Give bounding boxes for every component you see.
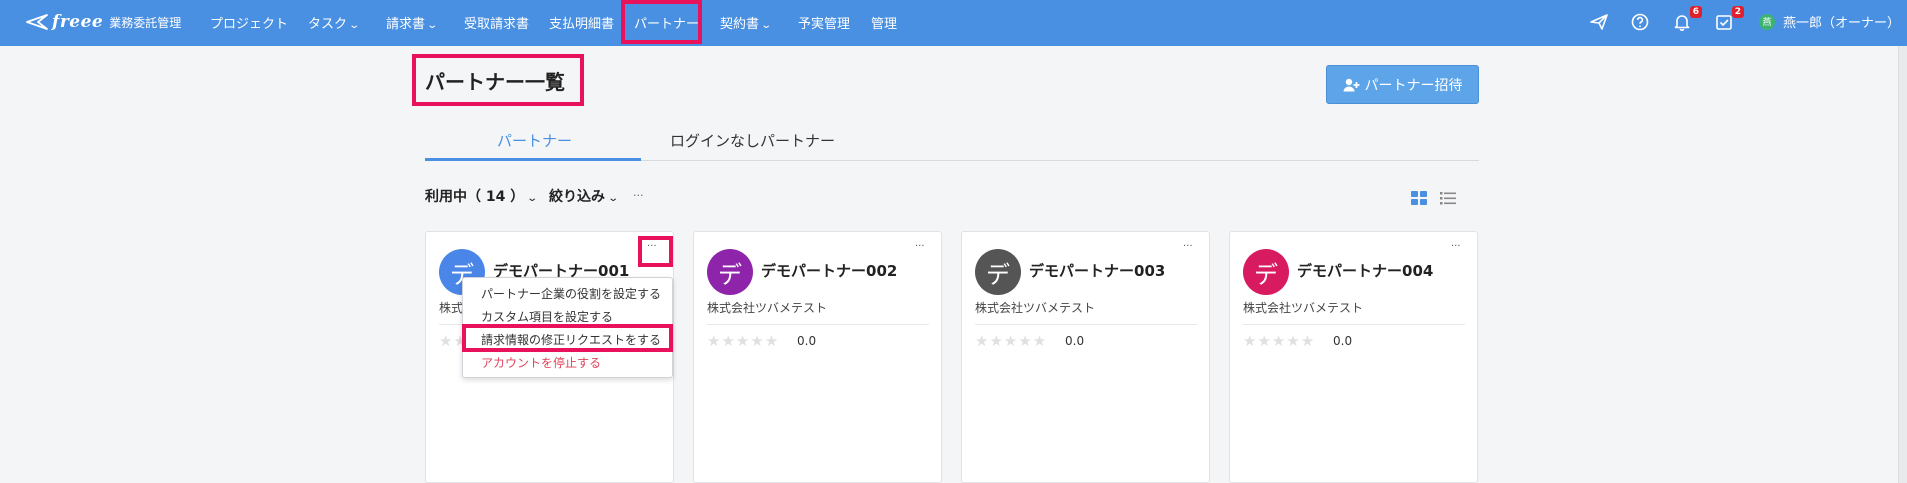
help-icon[interactable] xyxy=(1630,12,1650,32)
divider xyxy=(1243,324,1465,325)
partner-company: 株式会社ツバメテスト xyxy=(707,301,828,315)
chevron-down-icon: ⌄ xyxy=(348,20,361,31)
divider xyxy=(707,324,929,325)
partner-company: 株式会社ツバメテスト xyxy=(975,301,1096,315)
tasks-button[interactable]: 2 xyxy=(1714,6,1744,32)
nav-partners[interactable]: パートナー xyxy=(634,13,699,32)
nav-budget-actual[interactable]: 予実管理 xyxy=(798,13,850,32)
card-actions-menu: パートナー企業の役割を設定する カスタム項目を設定する 請求情報の修正リクエスト… xyxy=(462,277,673,378)
status-filter-dropdown[interactable]: 利用中（ 14 ） ⌄ xyxy=(425,186,539,206)
task-badge: 2 xyxy=(1731,6,1744,18)
card-more-icon[interactable]: ··· xyxy=(1183,241,1193,252)
chevron-down-icon: ⌄ xyxy=(526,193,539,204)
chevron-down-icon: ⌄ xyxy=(607,193,620,204)
card-more-icon[interactable]: ··· xyxy=(1451,241,1461,252)
grid-view-icon[interactable] xyxy=(1411,191,1427,205)
app-logo[interactable]: freee 業務委託管理 xyxy=(26,12,181,32)
narrow-filter-dropdown[interactable]: 絞り込み ⌄ xyxy=(549,186,620,206)
nav-payment-statements[interactable]: 支払明細書 xyxy=(549,13,614,32)
swallow-logo-icon xyxy=(26,14,48,30)
chevron-down-icon: ⌄ xyxy=(760,20,773,31)
avatar: 燕 xyxy=(1759,13,1775,30)
menu-item-set-role[interactable]: パートナー企業の役割を設定する xyxy=(481,285,661,302)
avatar: デ xyxy=(1243,249,1289,295)
card-more-icon[interactable]: ··· xyxy=(647,241,657,252)
rating-value: 0.0 xyxy=(1065,334,1085,348)
menu-item-custom-fields[interactable]: カスタム項目を設定する xyxy=(481,308,613,325)
logo-subtitle: 業務委託管理 xyxy=(109,15,182,30)
status-filter-label: 利用中（ 14 ） xyxy=(425,189,525,205)
divider xyxy=(975,324,1197,325)
rating-stars: ★★★★★ xyxy=(1243,332,1316,350)
menu-item-billing-correction-request[interactable]: 請求情報の修正リクエストをする xyxy=(481,331,661,348)
partner-name[interactable]: デモパートナー004 xyxy=(1297,260,1433,281)
narrow-filter-label: 絞り込み xyxy=(549,189,605,205)
nav-received-invoices[interactable]: 受取請求書 xyxy=(464,13,529,32)
card-more-icon[interactable]: ··· xyxy=(915,241,925,252)
notification-badge: 6 xyxy=(1689,6,1702,18)
scrollbar[interactable] xyxy=(1898,46,1907,483)
tab-partners[interactable]: パートナー xyxy=(497,130,572,151)
top-navbar: freee 業務委託管理 プロジェクト タスク⌄ 請求書⌄ 受取請求書 支払明細… xyxy=(0,0,1907,46)
menu-item-suspend-account[interactable]: アカウントを停止する xyxy=(481,354,601,371)
tab-no-login-partners[interactable]: ログインなしパートナー xyxy=(670,130,835,151)
partner-company: 株式会社ツバメテスト xyxy=(1243,301,1364,315)
invite-partner-label: パートナー招待 xyxy=(1364,77,1463,94)
avatar: デ xyxy=(975,249,1021,295)
rating-stars: ★★★★★ xyxy=(975,332,1048,350)
send-icon[interactable] xyxy=(1589,12,1609,32)
notifications-button[interactable]: 6 xyxy=(1672,6,1702,32)
more-options-icon[interactable]: ··· xyxy=(633,189,644,202)
list-view-icon[interactable] xyxy=(1440,191,1456,205)
avatar: デ xyxy=(707,249,753,295)
nav-tasks[interactable]: タスク⌄ xyxy=(308,13,361,32)
nav-contracts[interactable]: 契約書⌄ xyxy=(720,13,773,32)
partner-company: 株式 xyxy=(439,301,464,315)
rating-stars: ★★★★★ xyxy=(707,332,780,350)
partner-name[interactable]: デモパートナー002 xyxy=(761,260,897,281)
logo-text: freee xyxy=(52,12,104,32)
page-title: パートナー一覧 xyxy=(425,70,565,94)
rating-value: 0.0 xyxy=(1333,334,1353,348)
partner-card[interactable]: デ デモパートナー004 株式会社ツバメテスト ★★★★★ 0.0 ··· xyxy=(1229,231,1478,483)
invite-partner-button[interactable]: パートナー招待 xyxy=(1326,65,1479,104)
user-menu[interactable]: 燕 燕一郎（オーナー） xyxy=(1759,12,1900,31)
user-plus-icon xyxy=(1343,78,1359,91)
partner-card[interactable]: デ デモパートナー002 株式会社ツバメテスト ★★★★★ 0.0 ··· xyxy=(693,231,942,483)
nav-admin[interactable]: 管理 xyxy=(871,13,897,32)
partner-card[interactable]: デ デモパートナー003 株式会社ツバメテスト ★★★★★ 0.0 ··· xyxy=(961,231,1210,483)
chevron-down-icon: ⌄ xyxy=(426,20,439,31)
rating-value: 0.0 xyxy=(797,334,817,348)
nav-projects[interactable]: プロジェクト xyxy=(210,13,288,32)
user-name: 燕一郎（オーナー） xyxy=(1783,16,1901,31)
partner-name[interactable]: デモパートナー003 xyxy=(1029,260,1165,281)
nav-invoices[interactable]: 請求書⌄ xyxy=(386,13,439,32)
active-tab-indicator xyxy=(425,158,641,161)
